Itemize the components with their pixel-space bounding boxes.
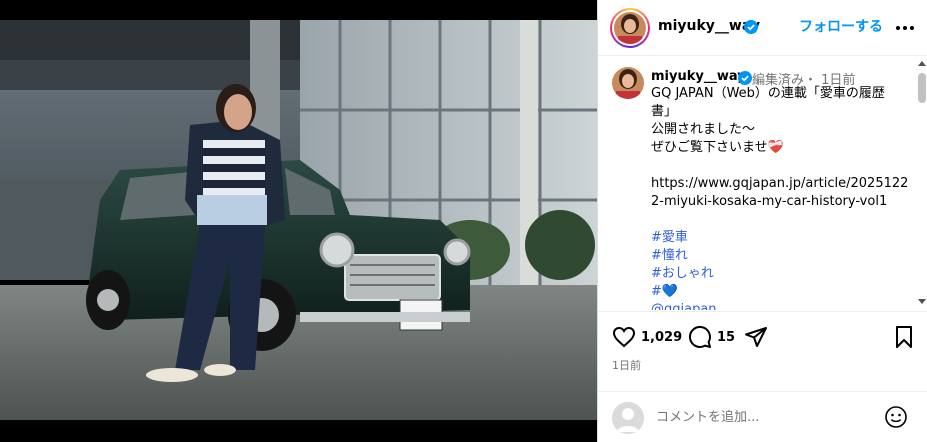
caption-line: 公開されました〜 [651,122,756,137]
verified-badge-icon [744,20,758,34]
hashtag-link[interactable]: #おしゃれ [651,265,913,283]
scroll-up-arrow[interactable] [918,61,926,66]
viewer-avatar [612,402,644,434]
caption-section: miyuky__way 編集済み・ 1日前 GQ JAPAN（Web）の連載「愛… [598,57,927,310]
action-bar: 1,029 15 1日前 [598,311,927,391]
comment-input[interactable] [656,406,876,428]
like-count[interactable]: 1,029 [641,330,682,345]
comment-count[interactable]: 15 [717,330,735,345]
mention-link[interactable]: @gqjapan [651,301,913,310]
verified-badge-icon [738,71,752,85]
post-header: miyuky__way フォローする [598,0,927,56]
follow-button[interactable]: フォローする [799,16,883,36]
photo-woman-with-classic-mini [0,0,597,442]
article-link[interactable]: https://www.gqjapan.jp/article/2025122 [651,175,913,193]
author-avatar[interactable] [610,8,650,48]
caption-line: GQ JAPAN（Web）の連載「愛車の履歴 [651,86,885,101]
comment-bubble-icon[interactable] [688,325,712,349]
caption-line: 書」 [651,104,678,119]
default-user-icon [612,402,644,434]
caption-text: GQ JAPAN（Web）の連載「愛車の履歴 書」 公開されました〜 ぜひご覧下… [651,85,913,310]
comment-bar [598,391,927,442]
bookmark-icon[interactable] [892,325,916,349]
hashtag-link[interactable]: #愛車 [651,229,913,247]
post-photo[interactable] [0,0,597,442]
hashtag-link[interactable]: #💙 [651,283,913,301]
scroll-down-arrow[interactable] [918,299,926,304]
scrollbar-thumb[interactable] [918,73,926,103]
caption-avatar[interactable] [612,67,644,99]
avatar-image [612,67,644,99]
caption-line: ぜひご覧下さいませ❤️‍🩹 [651,140,784,155]
paper-plane-icon[interactable] [744,325,768,349]
smiley-icon[interactable] [884,405,908,429]
avatar-image [614,12,646,44]
post-sidebar: miyuky__way フォローする miyuky__way 編集済み・ 1日前 [597,0,927,442]
hashtag-link[interactable]: #憧れ [651,247,913,265]
post-timestamp[interactable]: 1日前 [612,357,641,373]
more-horizontal-icon[interactable] [895,18,915,38]
heart-icon[interactable] [612,325,636,349]
caption-username[interactable]: miyuky__way [651,69,746,84]
article-link[interactable]: 2-miyuki-kosaka-my-car-history-vol1 [651,193,913,211]
